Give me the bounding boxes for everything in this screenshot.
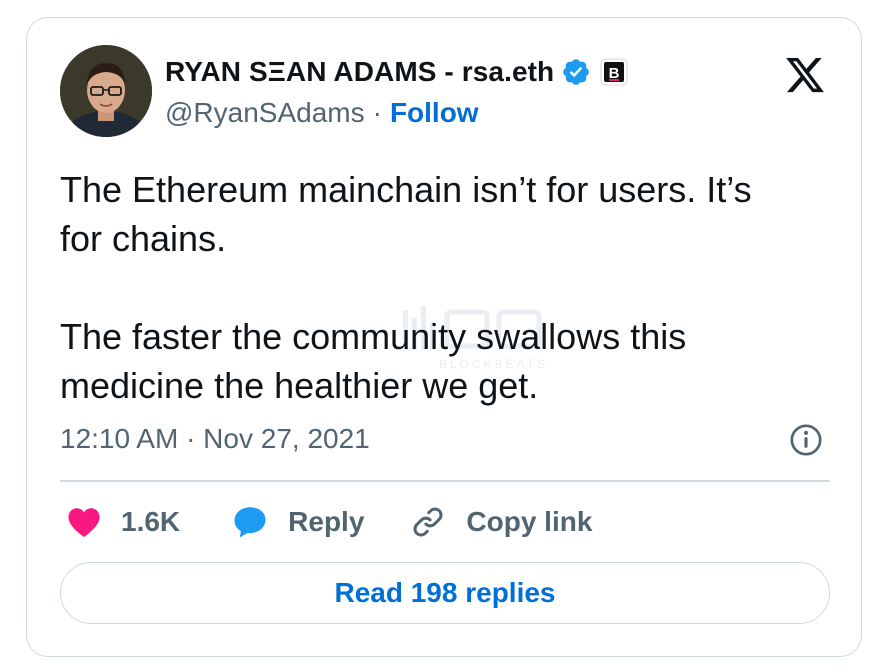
reply-label: Reply <box>288 506 365 537</box>
author-handle[interactable]: @RyanSAdams <box>165 97 365 129</box>
tweet-text: The Ethereum mainchain isn’t for users. … <box>60 169 752 406</box>
handle-row: @RyanSAdams · Follow <box>165 96 479 130</box>
tweet-actions: 1.6K Reply Copy link <box>67 500 592 544</box>
avatar-image <box>60 45 152 137</box>
reply-bubble-icon <box>232 505 268 539</box>
author-name[interactable]: RYAN SΞAN ADAMS - rsa.eth <box>165 56 554 88</box>
affiliate-badge-icon: B <box>600 58 628 86</box>
copy-link-button[interactable]: Copy link <box>410 504 592 540</box>
avatar[interactable] <box>60 45 152 137</box>
author-name-row: RYAN SΞAN ADAMS - rsa.eth B <box>165 52 628 92</box>
divider <box>60 480 830 482</box>
reply-button[interactable]: Reply <box>232 505 364 539</box>
handle-separator: · <box>372 97 382 128</box>
tweet-card: RYAN SΞAN ADAMS - rsa.eth B @RyanSAdams … <box>26 17 862 657</box>
heart-icon <box>67 506 101 538</box>
like-button[interactable]: 1.6K <box>67 506 180 538</box>
like-count: 1.6K <box>121 506 181 537</box>
follow-button[interactable]: Follow <box>390 97 479 129</box>
read-replies-button[interactable]: Read 198 replies <box>60 562 830 624</box>
x-logo-icon[interactable] <box>783 54 827 96</box>
verified-badge-icon <box>561 57 591 87</box>
link-icon <box>410 504 446 540</box>
copy-link-label: Copy link <box>466 506 593 537</box>
info-icon[interactable] <box>789 423 823 457</box>
tweet-timestamp[interactable]: 12:10 AM · Nov 27, 2021 <box>60 423 370 455</box>
